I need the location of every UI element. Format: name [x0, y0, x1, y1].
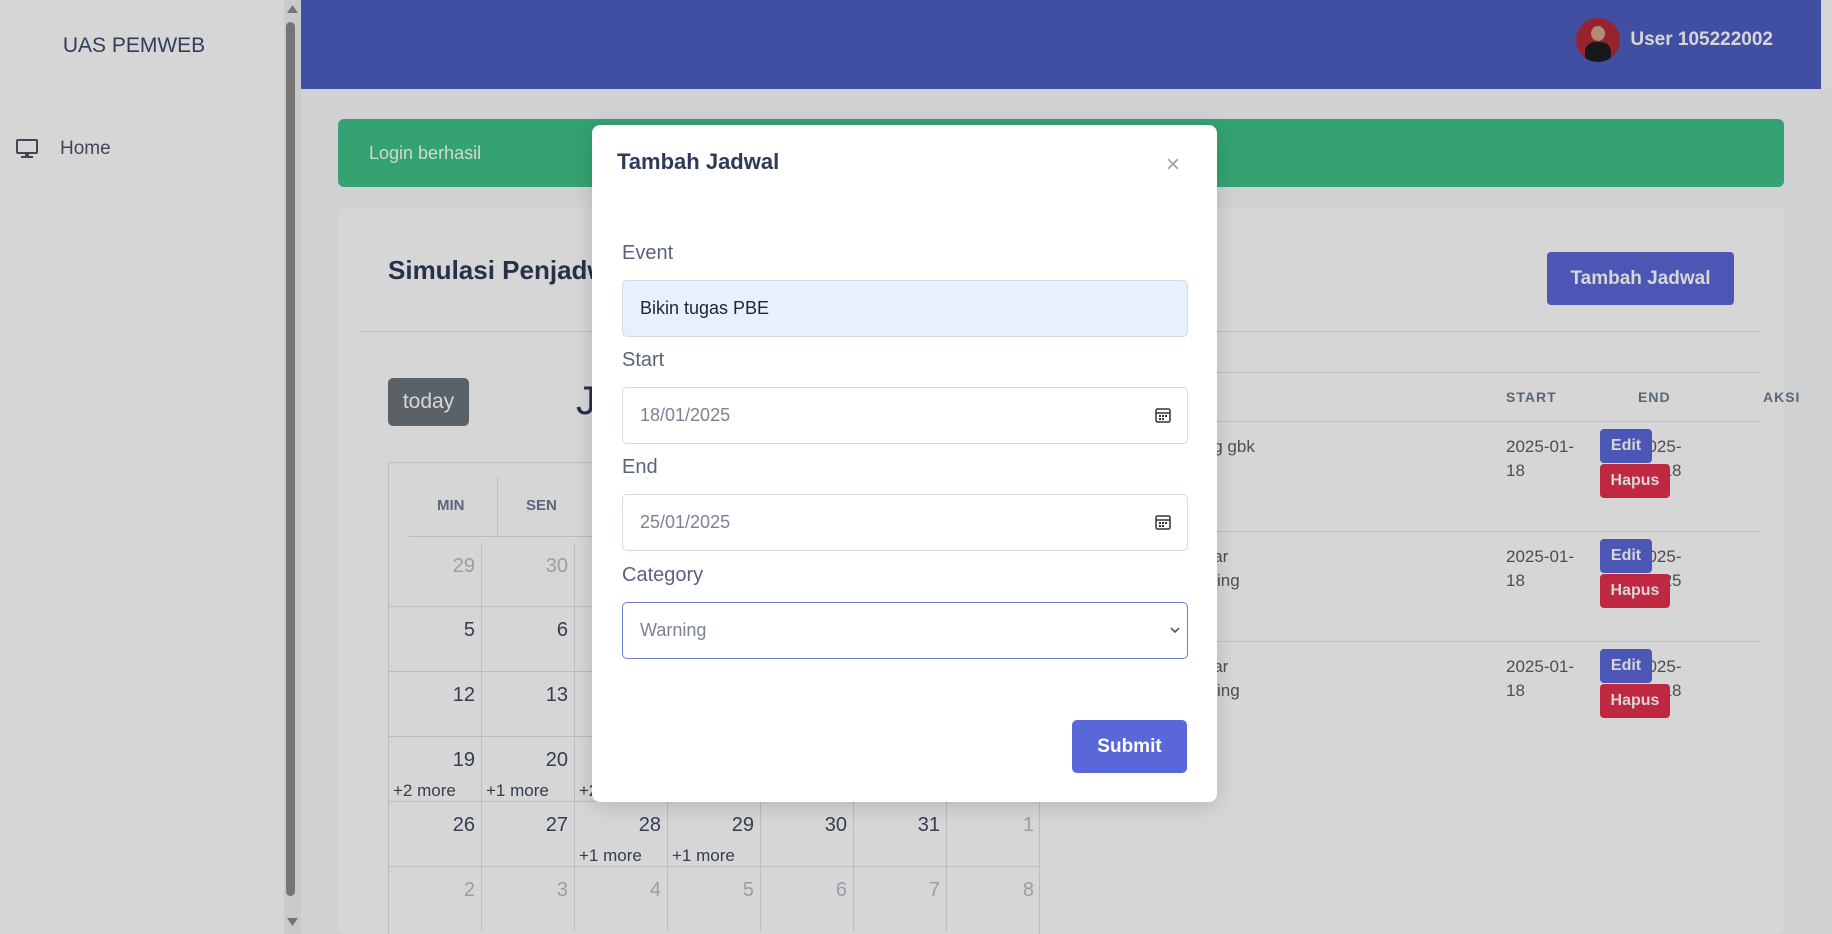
start-date-value: 18/01/2025 — [640, 405, 731, 425]
close-icon[interactable]: × — [1166, 151, 1180, 179]
calendar-icon[interactable] — [1155, 407, 1171, 423]
category-value: Warning — [640, 620, 707, 640]
end-label: End — [622, 456, 658, 478]
end-date-value: 25/01/2025 — [640, 512, 731, 532]
start-label: Start — [622, 349, 665, 371]
category-label: Category — [622, 564, 704, 586]
category-select[interactable]: Warning — [622, 602, 1188, 659]
calendar-icon[interactable] — [1155, 514, 1171, 530]
start-date-input[interactable]: 18/01/2025 — [622, 387, 1188, 444]
end-date-input[interactable]: 25/01/2025 — [622, 494, 1188, 551]
submit-button[interactable]: Submit — [1072, 720, 1187, 773]
event-label: Event — [622, 242, 674, 264]
event-input[interactable]: Bikin tugas PBE — [622, 280, 1188, 337]
chevron-down-icon — [1170, 627, 1180, 634]
add-schedule-modal: Tambah Jadwal × Event Bikin tugas PBE St… — [592, 125, 1217, 802]
modal-title: Tambah Jadwal — [617, 149, 780, 174]
